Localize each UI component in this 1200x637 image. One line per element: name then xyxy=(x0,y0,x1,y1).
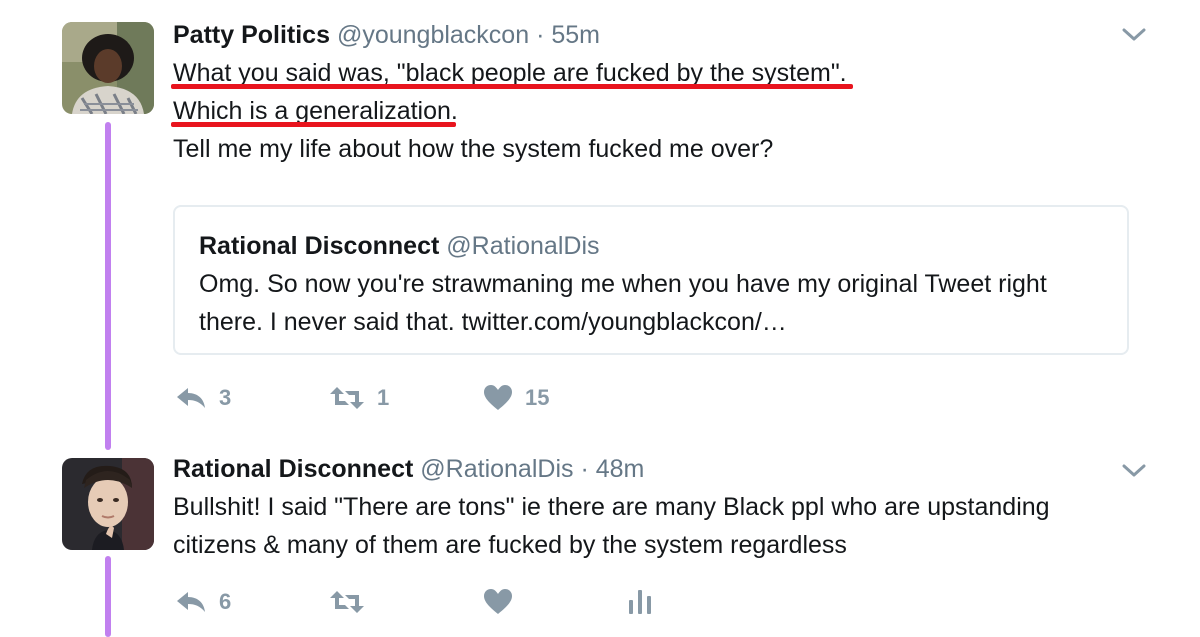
tweet: Rational Disconnect @RationalDis · 48m B… xyxy=(0,440,1200,637)
tweet-actions: 6 xyxy=(173,584,693,620)
red-underline-marker xyxy=(171,84,853,89)
tweet-text-line: citizens & many of them are fucked by th… xyxy=(173,531,847,559)
like-button[interactable] xyxy=(483,584,525,620)
retweet-icon xyxy=(329,589,365,615)
reply-button[interactable]: 6 xyxy=(175,584,231,620)
tweet-text: What you said was, "black people are fuc… xyxy=(171,54,1140,168)
reply-icon xyxy=(175,589,207,615)
retweet-button[interactable]: 1 xyxy=(329,380,389,416)
avatar[interactable] xyxy=(62,458,154,550)
highlighted-text: What you said was, "black people are fuc… xyxy=(171,54,853,92)
tweet-text-line: Tell me my life about how the system fuc… xyxy=(173,135,774,163)
user-handle[interactable]: @youngblackcon xyxy=(337,21,529,49)
heart-icon xyxy=(483,588,513,616)
like-button[interactable]: 15 xyxy=(483,380,549,416)
tweet-text-line: What you said was, "black people are fuc… xyxy=(173,59,847,87)
quoted-tweet-text: Omg. So now you're strawmaning me when y… xyxy=(199,265,1107,341)
separator-dot: · xyxy=(580,455,589,483)
quoted-text-line: there. I never said that. twitter.com/yo… xyxy=(199,308,787,336)
red-underline-marker xyxy=(171,122,456,127)
tweet-text: Bullshit! I said "There are tons" ie the… xyxy=(173,488,1140,564)
reply-button[interactable]: 3 xyxy=(175,380,231,416)
timestamp[interactable]: 48m xyxy=(596,455,645,483)
analytics-button[interactable] xyxy=(627,584,653,620)
heart-icon xyxy=(483,384,513,412)
user-handle[interactable]: @RationalDis xyxy=(420,455,573,483)
user-name[interactable]: Rational Disconnect xyxy=(173,455,413,483)
tweet-text-line: Bullshit! I said "There are tons" ie the… xyxy=(173,493,1050,521)
tweet-text-line: Which is a generalization. xyxy=(173,97,458,125)
quoted-text-line: Omg. So now you're strawmaning me when y… xyxy=(199,270,1047,298)
quoted-tweet-card[interactable]: Rational Disconnect @RationalDis Omg. So… xyxy=(173,205,1129,355)
retweet-icon xyxy=(329,385,365,411)
avatar[interactable] xyxy=(62,22,154,114)
quoted-tweet-header: Rational Disconnect @RationalDis xyxy=(199,229,1107,263)
quoted-user-handle: @RationalDis xyxy=(446,232,600,260)
tweet-header: Patty Politics @youngblackcon · 55m xyxy=(173,18,1140,52)
tweet-actions: 3 1 15 xyxy=(173,380,673,416)
retweet-count: 1 xyxy=(377,385,390,410)
analytics-icon xyxy=(627,588,653,616)
timestamp[interactable]: 55m xyxy=(551,21,600,49)
retweet-button[interactable] xyxy=(329,584,377,620)
user-name[interactable]: Patty Politics xyxy=(173,21,330,49)
like-count: 15 xyxy=(525,385,550,410)
reply-count: 3 xyxy=(219,385,232,410)
highlighted-text: Which is a generalization. xyxy=(171,92,458,130)
separator-dot: · xyxy=(536,21,545,49)
reply-icon xyxy=(175,385,207,411)
quoted-user-name: Rational Disconnect xyxy=(199,232,440,260)
reply-count: 6 xyxy=(219,589,232,614)
tweet: Patty Politics @youngblackcon · 55m What… xyxy=(0,0,1200,440)
tweet-header: Rational Disconnect @RationalDis · 48m xyxy=(173,452,1140,486)
